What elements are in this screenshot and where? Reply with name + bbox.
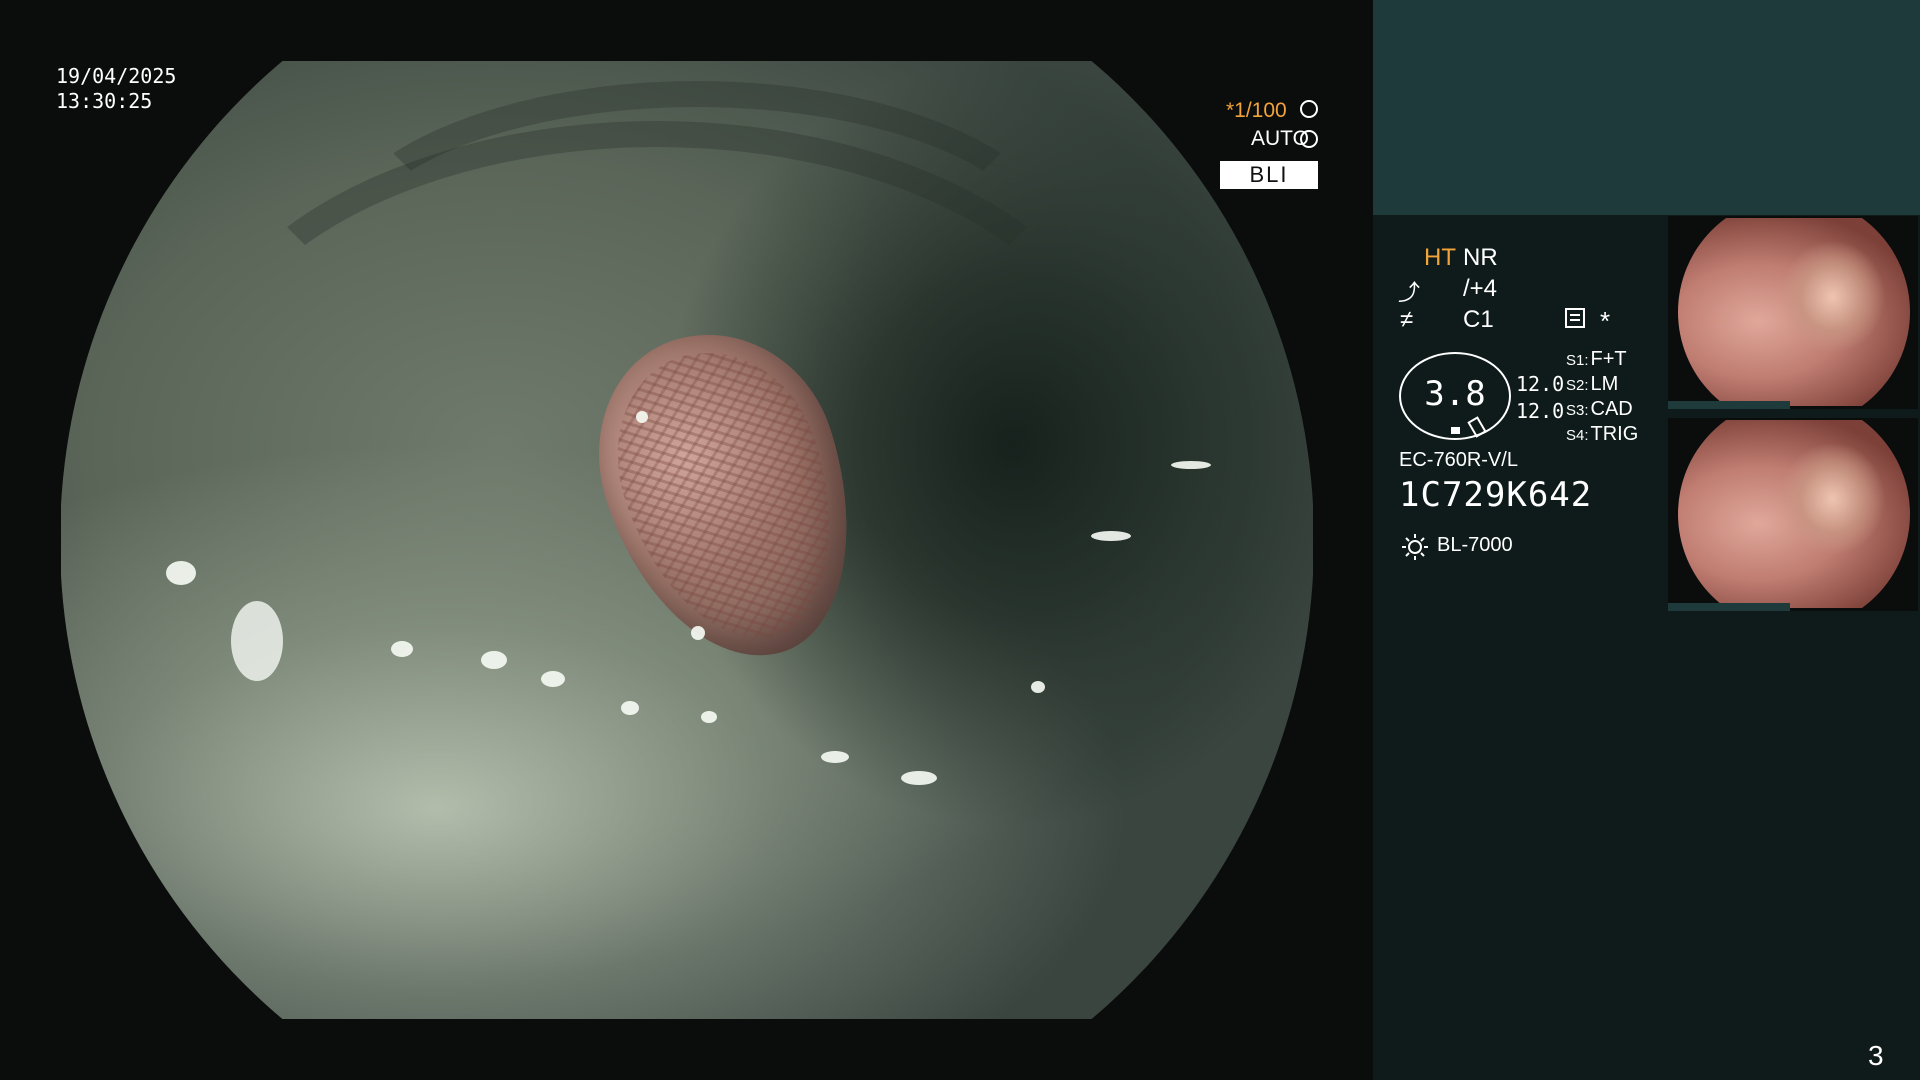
shutter-icon bbox=[1300, 100, 1318, 118]
endoscopy-monitor: 19/04/2025 13:30:25 *1/100 AUTO BLI HT N… bbox=[0, 0, 1920, 1080]
thumbnail-image bbox=[1678, 218, 1910, 406]
scope-serial: 1C729K642 bbox=[1399, 475, 1593, 515]
observation-mode-badge: BLI bbox=[1220, 161, 1318, 189]
light-reflection bbox=[701, 711, 717, 723]
light-reflection bbox=[541, 671, 565, 687]
switch-2: S2: LM bbox=[1566, 373, 1619, 395]
color-mode-value: C1 bbox=[1463, 306, 1494, 333]
captured-image-thumbnail[interactable] bbox=[1668, 216, 1918, 409]
gauge-marker bbox=[1451, 427, 1460, 434]
enhancement-value: /+4 bbox=[1463, 275, 1498, 302]
star-indicator: * bbox=[1600, 306, 1611, 336]
captured-image-thumbnail[interactable] bbox=[1668, 418, 1918, 611]
settings-list-icon bbox=[1565, 308, 1585, 328]
date-readout: 19/04/2025 bbox=[56, 64, 177, 88]
noise-reduction-indicator: NR bbox=[1463, 244, 1498, 271]
time-readout: 13:30:25 bbox=[56, 89, 153, 113]
color-icon: ≠ bbox=[1400, 306, 1414, 333]
light-reflection bbox=[391, 641, 413, 657]
thumbnail-bar bbox=[1668, 401, 1790, 409]
scope-model: EC-760R-V/L bbox=[1399, 449, 1518, 471]
light-reflection bbox=[691, 626, 705, 640]
light-reflection bbox=[621, 701, 639, 715]
enhancement-icon: ⤴ bbox=[1398, 280, 1421, 305]
thumbnail-image bbox=[1678, 420, 1910, 608]
endoscopic-view bbox=[61, 61, 1313, 1019]
light-reflection bbox=[1091, 531, 1131, 541]
light-reflection bbox=[901, 771, 937, 785]
light-reflection bbox=[481, 651, 507, 669]
light-reflection bbox=[1031, 681, 1045, 693]
gauge-value: 3.8 bbox=[1424, 374, 1486, 414]
light-source-icon bbox=[1402, 534, 1428, 560]
hypertext-indicator: HT bbox=[1424, 244, 1456, 271]
shutter-speed: *1/100 bbox=[1226, 99, 1287, 122]
iris-icon bbox=[1300, 130, 1318, 148]
thumbnail-bar bbox=[1668, 603, 1790, 611]
setting-value-1: 12.0 bbox=[1516, 372, 1565, 396]
light-reflection bbox=[821, 751, 849, 763]
page-number: 3 bbox=[1868, 1040, 1884, 1071]
magnification-gauge: 3.8 bbox=[1399, 352, 1511, 440]
light-reflection bbox=[636, 411, 648, 423]
switch-1: S1: F+T bbox=[1566, 348, 1627, 370]
light-source-model: BL-7000 bbox=[1437, 534, 1513, 556]
switch-3: S3: CAD bbox=[1566, 398, 1633, 420]
panel-header-area bbox=[1373, 0, 1920, 215]
switch-4: S4: TRIG bbox=[1566, 423, 1639, 445]
light-reflection bbox=[231, 601, 283, 681]
setting-value-2: 12.0 bbox=[1516, 399, 1565, 423]
light-reflection bbox=[166, 561, 196, 585]
light-reflection bbox=[1171, 461, 1211, 469]
